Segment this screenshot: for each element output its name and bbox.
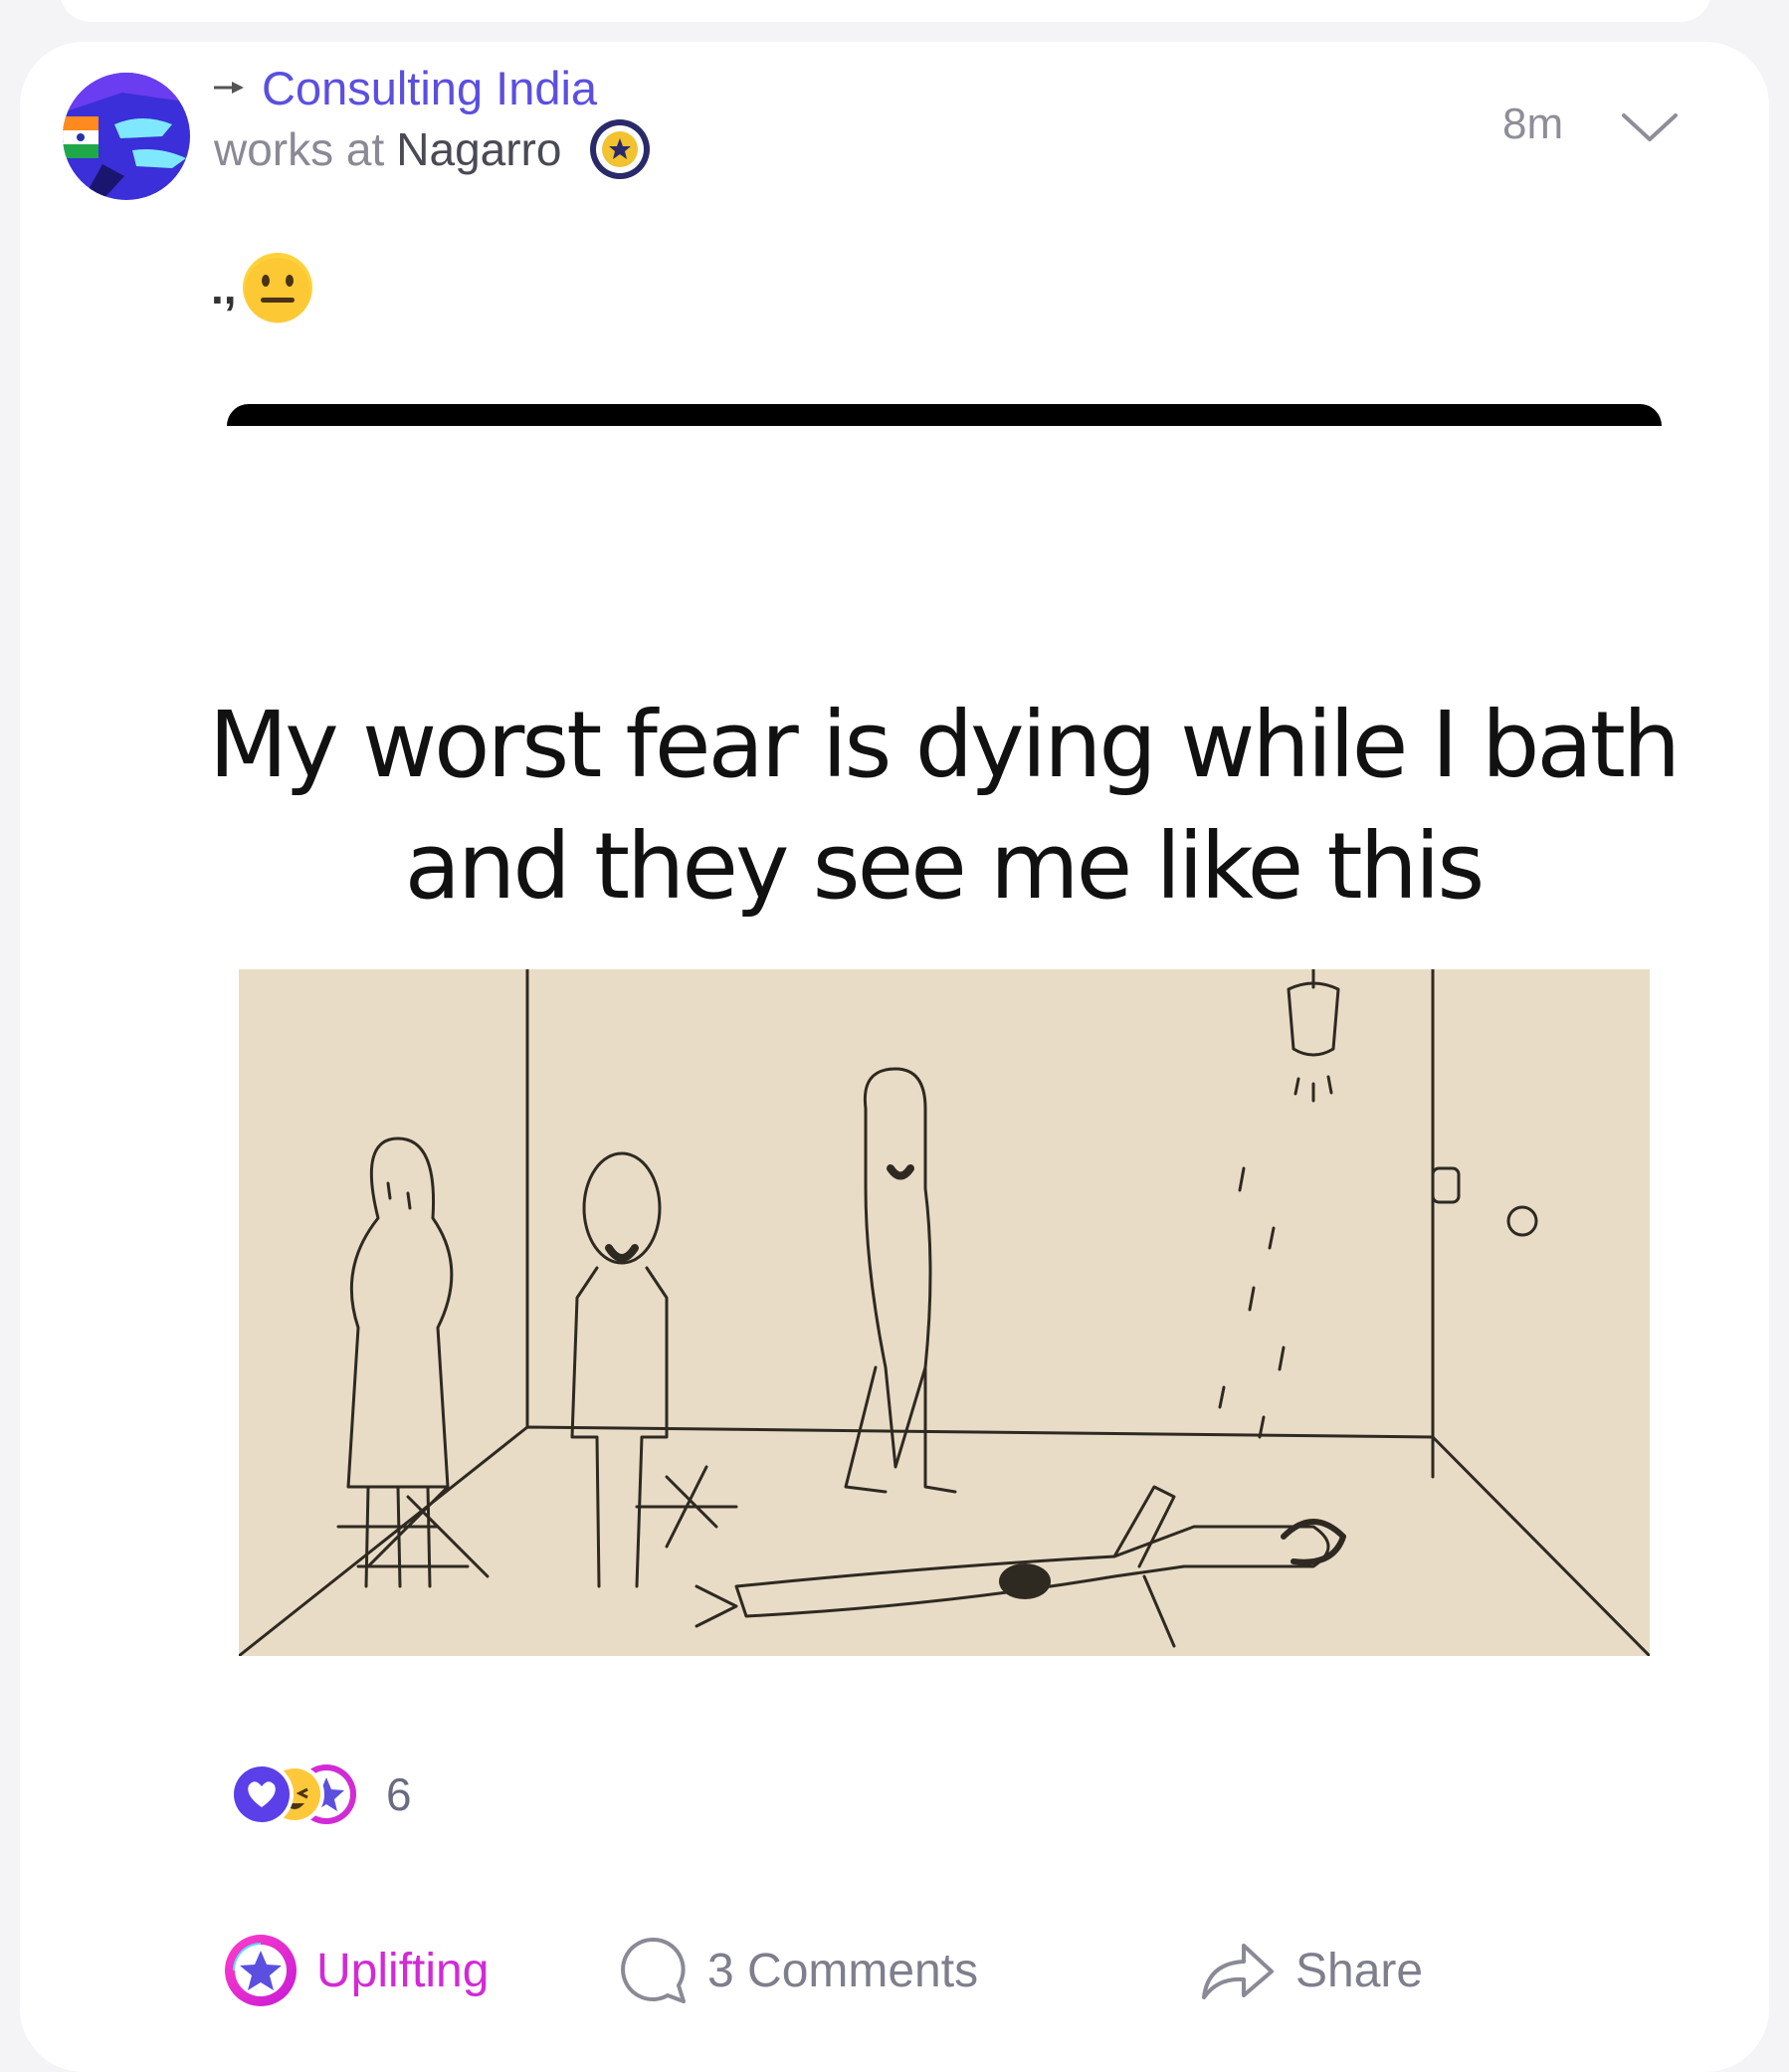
post-time: 8m xyxy=(1502,100,1564,148)
meme-image[interactable]: My worst fear is dying while I bath and … xyxy=(195,426,1691,1678)
works-at-label: works at xyxy=(214,123,385,175)
share-label: Share xyxy=(1295,1944,1424,1997)
arrow-right-icon xyxy=(214,82,244,94)
post-text: ., xyxy=(211,251,314,324)
meme-caption-line-2: and they see me like this xyxy=(404,813,1486,920)
company-name[interactable]: Nagarro xyxy=(396,122,561,176)
comment-bubble-icon xyxy=(621,1937,686,2003)
channel-row[interactable]: Consulting India xyxy=(214,58,653,117)
meme-caption-line-1: My worst fear is dying while I bath xyxy=(208,692,1681,798)
avatar[interactable] xyxy=(63,73,190,200)
reactions-summary[interactable]: 6 xyxy=(227,1760,412,1829)
bathroom-sketch-illustration xyxy=(237,967,1652,1658)
chevron-down-icon[interactable] xyxy=(1620,111,1680,145)
comments-button[interactable]: 3 Comments xyxy=(616,1931,978,2010)
post-action-bar: Uplifting 3 Comments Share xyxy=(223,1931,1516,2010)
comments-label: 3 Comments xyxy=(707,1944,979,1997)
neutral-face-emoji-icon xyxy=(242,253,312,323)
previous-post-card xyxy=(60,0,1711,22)
uplifting-button[interactable]: Uplifting xyxy=(223,1931,489,2010)
share-arrow-icon xyxy=(1202,1944,1274,1999)
heart-reaction-icon xyxy=(230,1762,294,1826)
uplifting-label: Uplifting xyxy=(316,1944,490,1997)
meme-drawing xyxy=(237,967,1652,1658)
meme-image-top-border xyxy=(227,404,1662,426)
channel-logo-icon xyxy=(63,73,190,200)
verified-badge-icon xyxy=(590,119,651,179)
post-text-prefix: ., xyxy=(211,262,237,313)
meme-caption: My worst fear is dying while I bath and … xyxy=(195,685,1691,928)
share-button[interactable]: Share xyxy=(1198,1931,1423,2010)
reaction-icons-stack xyxy=(230,1762,356,1826)
reaction-count: 6 xyxy=(386,1768,412,1820)
channel-name[interactable]: Consulting India xyxy=(262,61,597,115)
uplifting-star-icon xyxy=(225,1935,297,2006)
author-block: Consulting India works at Nagarro xyxy=(214,58,653,181)
author-workplace: works at Nagarro xyxy=(214,117,653,181)
